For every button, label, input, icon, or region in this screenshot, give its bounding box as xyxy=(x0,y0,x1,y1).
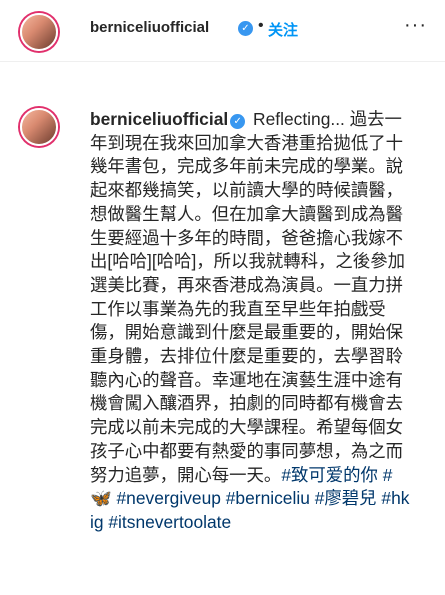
hashtag-link[interactable]: #致可爱的你 xyxy=(281,465,378,485)
separator-dot: • xyxy=(258,17,264,34)
hashtag-link[interactable]: #nevergiveup xyxy=(117,488,221,508)
verified-badge-icon: ✓ xyxy=(230,114,246,129)
butterfly-emoji-icon: 🦋 xyxy=(90,488,112,509)
more-options-icon[interactable]: ··· xyxy=(404,14,427,37)
post-header: berniceliuofficial ✓ • 关注 ··· xyxy=(0,0,445,62)
caption-username[interactable]: berniceliuofficial xyxy=(90,109,228,129)
hashtag-link[interactable]: #廖碧兒 xyxy=(315,488,377,508)
profile-avatar[interactable] xyxy=(20,13,58,51)
follow-button[interactable]: 关注 xyxy=(268,19,298,40)
caption-avatar[interactable] xyxy=(20,108,58,146)
hashtag-link[interactable]: #itsnevertoolate xyxy=(108,512,231,532)
hashtag-link[interactable]: #berniceliu xyxy=(226,488,310,508)
verified-badge-icon: ✓ xyxy=(238,21,253,36)
caption-text: Reflecting... 過去一年到現在我來回加拿大香港重拾拋低了十幾年書包，… xyxy=(90,109,405,485)
hashtag-link[interactable]: # xyxy=(383,465,393,485)
header-username[interactable]: berniceliuofficial xyxy=(90,19,209,36)
post-caption: berniceliuofficial ✓ Reflecting... 過去一年到現… xyxy=(90,108,412,535)
